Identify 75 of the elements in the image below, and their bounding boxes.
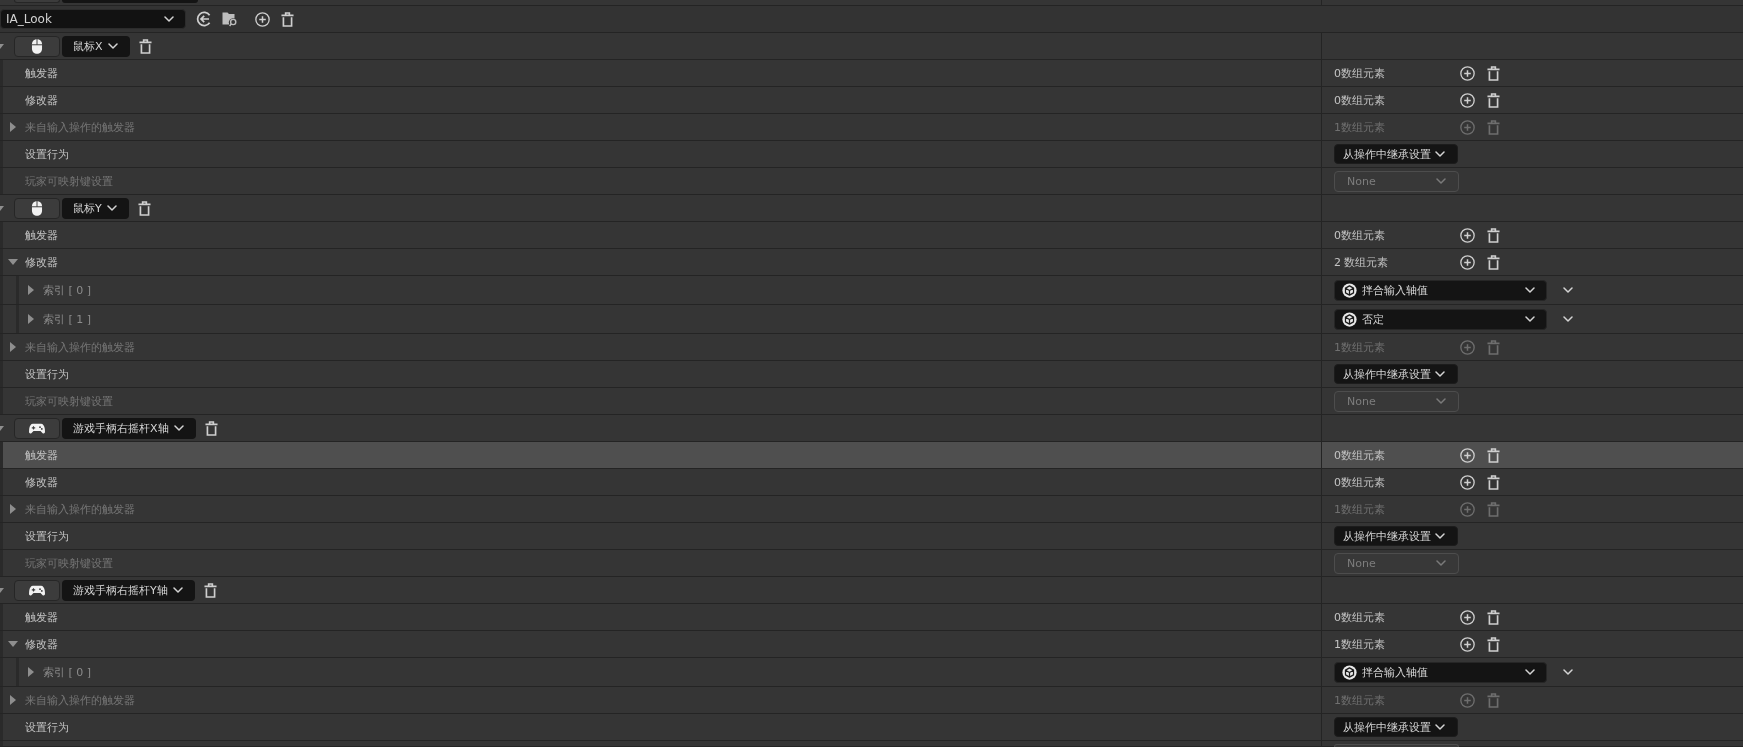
index-label: 索引 [ 1 ] [43,311,92,327]
device-button[interactable] [14,417,60,439]
device-button[interactable] [14,35,60,57]
chevron-down-icon [1436,178,1446,184]
action-dropdown[interactable]: IA_Look [0,9,186,29]
property-label: 触发器 [25,609,58,625]
caret-down-icon[interactable] [0,425,4,431]
key-dropdown[interactable]: 游戏手柄右摇杆X轴 [62,417,196,439]
mouse-icon [31,200,43,216]
folder-magnifier-icon[interactable] [222,11,238,27]
caret-down-icon[interactable] [8,641,18,647]
chevron-down-icon [1436,398,1446,404]
cube-icon [1342,282,1357,298]
element-count: 0数组元素 [1334,227,1386,243]
property-label: 触发器 [25,227,58,243]
property-label: 设置行为 [25,528,69,544]
chevron-down-icon [173,425,184,431]
chevron-down-icon[interactable] [1563,669,1573,675]
modifier-dropdown[interactable]: 拌合输入轴值 [1334,661,1547,683]
property-label: 设置行为 [25,146,69,162]
property-label: 修改器 [25,92,58,108]
caret-down-icon[interactable] [8,259,18,265]
setting-dropdown[interactable]: 从操作中继承设置 [1334,717,1458,737]
chevron-down-icon [1435,371,1445,377]
property-label: 修改器 [25,636,58,652]
cube-icon [1342,664,1357,680]
property-label: 修改器 [25,254,58,270]
property-label: 修改器 [25,474,58,490]
setting-dropdown[interactable]: 从操作中继承设置 [1334,526,1458,546]
chevron-down-icon [164,16,174,22]
element-count: 1数组元素 [1334,636,1386,652]
chevron-down-icon [1435,724,1445,730]
caret-right-icon[interactable] [28,314,34,324]
index-label: 索引 [ 0 ] [43,282,92,298]
element-count: 0数组元素 [1334,65,1386,81]
key-dropdown[interactable]: 游戏手柄右摇杆Y轴 [62,579,195,601]
chevron-down-icon[interactable] [1563,287,1573,293]
element-count: 0数组元素 [1334,609,1386,625]
index-label: 索引 [ 0 ] [43,664,92,680]
modifier-dropdown[interactable]: 拌合输入轴值 [1334,279,1547,301]
chevron-down-icon [172,587,183,593]
key-dropdown[interactable]: 鼠标X [62,35,130,57]
cube-icon [1342,311,1357,327]
element-count: 2 数组元素 [1334,254,1390,270]
caret-right-icon[interactable] [28,285,34,295]
property-label: 设置行为 [25,719,69,735]
gamepad-icon [29,584,45,596]
mouse-icon [31,38,43,54]
arrow-left-circle-icon[interactable] [196,11,212,27]
caret-down-icon[interactable] [0,587,4,593]
caret-down-icon[interactable] [0,205,4,211]
chevron-down-icon [106,205,117,211]
chevron-down-icon [1435,151,1445,157]
property-label: 触发器 [25,447,58,463]
chevron-down-icon [1435,533,1445,539]
caret-right-icon[interactable] [28,667,34,677]
property-label: 触发器 [25,65,58,81]
caret-down-icon[interactable] [0,43,4,49]
element-count: 0数组元素 [1334,92,1386,108]
gamepad-icon [29,422,45,434]
element-count: 0数组元素 [1334,474,1386,490]
chevron-down-icon [1525,316,1535,322]
chevron-down-icon [1525,669,1535,675]
chevron-down-icon[interactable] [1563,316,1573,322]
modifier-dropdown[interactable]: 否定 [1334,308,1547,330]
device-button[interactable] [14,197,60,219]
property-label: 设置行为 [25,366,69,382]
key-dropdown[interactable]: 鼠标Y [62,197,129,219]
element-count: 0数组元素 [1334,447,1386,463]
setting-dropdown[interactable]: 从操作中继承设置 [1334,364,1458,384]
setting-dropdown[interactable]: 从操作中继承设置 [1334,144,1458,164]
chevron-down-icon [107,43,118,49]
chevron-down-icon [1436,560,1446,566]
chevron-down-icon [1525,287,1535,293]
device-button[interactable] [14,579,60,601]
